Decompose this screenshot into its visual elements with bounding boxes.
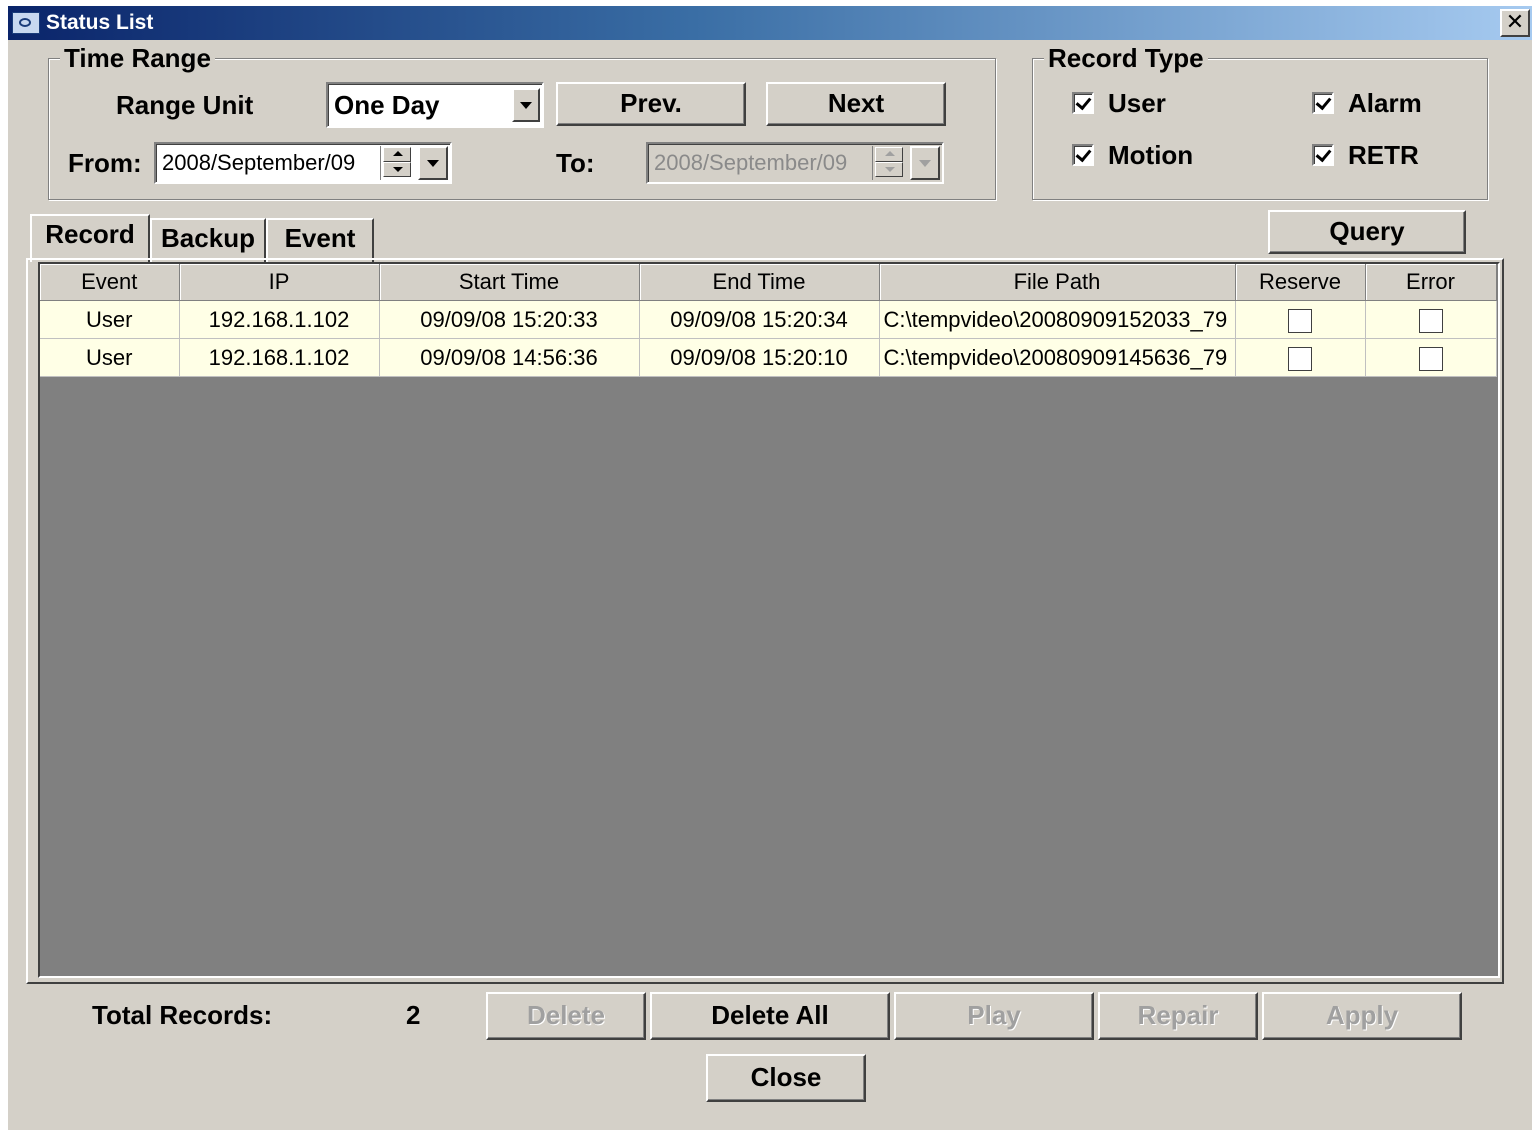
delete-all-button[interactable]: Delete All [650, 992, 890, 1040]
column-header-reserve[interactable]: Reserve [1235, 264, 1366, 301]
column-header-file-path[interactable]: File Path [879, 264, 1236, 301]
cell-end-time: 09/09/08 15:20:34 [639, 300, 880, 339]
prev-button[interactable]: Prev. [556, 82, 746, 126]
repair-button[interactable]: Repair [1098, 992, 1258, 1040]
app-icon [12, 12, 40, 34]
to-date-value: 2008/September/09 [654, 150, 848, 175]
user-checkbox[interactable] [1072, 92, 1094, 114]
delete-button[interactable]: Delete [486, 992, 646, 1040]
cell-error [1365, 338, 1497, 377]
motion-checkbox[interactable] [1072, 144, 1094, 166]
from-label: From: [68, 148, 142, 178]
table-header-row: Event IP Start Time End Time File Path R… [40, 264, 1497, 301]
alarm-label: Alarm [1348, 88, 1422, 118]
chevron-down-icon[interactable] [512, 88, 540, 122]
from-date-picker[interactable]: 2008/September/09 [154, 142, 452, 184]
close-window-button[interactable]: ✕ [1500, 9, 1530, 37]
retr-label: RETR [1348, 140, 1419, 170]
cell-event: User [40, 300, 180, 339]
to-label: To: [556, 148, 595, 178]
record-type-retr[interactable]: RETR [1310, 140, 1470, 172]
title-bar[interactable]: Status List ✕ [8, 6, 1532, 40]
chevron-down-icon[interactable] [910, 146, 940, 180]
next-button[interactable]: Next [766, 82, 946, 126]
range-unit-label: Range Unit [116, 90, 254, 120]
to-date-picker[interactable]: 2008/September/09 [646, 142, 944, 184]
from-date-value: 2008/September/09 [162, 150, 356, 175]
close-button[interactable]: Close [706, 1054, 866, 1102]
time-range-legend: Time Range [60, 44, 215, 72]
record-type-user[interactable]: User [1070, 88, 1250, 120]
tab-event[interactable]: Event [266, 218, 374, 262]
play-button[interactable]: Play [894, 992, 1094, 1040]
cell-event: User [40, 338, 180, 377]
cell-ip: 192.168.1.102 [179, 338, 380, 377]
column-header-error[interactable]: Error [1365, 264, 1497, 301]
table-row[interactable]: User 192.168.1.102 09/09/08 14:56:36 09/… [40, 338, 1497, 377]
motion-label: Motion [1108, 140, 1194, 170]
total-records-value: 2 [406, 1000, 421, 1030]
reserve-checkbox[interactable] [1288, 346, 1312, 371]
tab-record[interactable]: Record [30, 214, 150, 262]
reserve-checkbox[interactable] [1288, 308, 1312, 333]
table-row[interactable]: User 192.168.1.102 09/09/08 15:20:33 09/… [40, 300, 1497, 339]
record-type-alarm[interactable]: Alarm [1310, 88, 1470, 120]
cell-reserve [1235, 300, 1366, 339]
chevron-down-icon[interactable] [418, 146, 448, 180]
record-table: Event IP Start Time End Time File Path R… [40, 264, 1497, 377]
user-label: User [1108, 88, 1166, 118]
cell-ip: 192.168.1.102 [179, 300, 380, 339]
spin-up-icon[interactable] [383, 147, 411, 162]
apply-button[interactable]: Apply [1262, 992, 1462, 1040]
column-header-ip[interactable]: IP [179, 264, 380, 301]
to-date-spinner[interactable] [872, 146, 906, 180]
cell-file-path: C:\tempvideo\20080909152033_79 [879, 300, 1236, 339]
cell-start-time: 09/09/08 15:20:33 [379, 300, 640, 339]
window-title: Status List [46, 11, 154, 34]
cell-end-time: 09/09/08 15:20:10 [639, 338, 880, 377]
alarm-checkbox[interactable] [1312, 92, 1334, 114]
spin-up-icon[interactable] [875, 147, 903, 162]
query-button[interactable]: Query [1268, 210, 1466, 254]
cell-reserve [1235, 338, 1366, 377]
cell-error [1365, 300, 1497, 339]
error-checkbox[interactable] [1418, 346, 1443, 371]
cell-file-path: C:\tempvideo\20080909145636_79 [879, 338, 1236, 377]
column-header-event[interactable]: Event [40, 264, 180, 301]
spin-down-icon[interactable] [383, 162, 411, 177]
from-date-spinner[interactable] [380, 146, 414, 180]
total-records-label: Total Records: [92, 1000, 273, 1030]
tab-backup[interactable]: Backup [150, 218, 266, 262]
cell-start-time: 09/09/08 14:56:36 [379, 338, 640, 377]
column-header-end-time[interactable]: End Time [639, 264, 880, 301]
record-grid[interactable]: Event IP Start Time End Time File Path R… [38, 262, 1500, 978]
record-type-motion[interactable]: Motion [1070, 140, 1250, 172]
spin-down-icon[interactable] [875, 162, 903, 177]
record-type-group [1032, 58, 1488, 200]
column-header-start-time[interactable]: Start Time [379, 264, 640, 301]
range-unit-dropdown[interactable]: One Day [326, 82, 544, 128]
retr-checkbox[interactable] [1312, 144, 1334, 166]
range-unit-value: One Day [334, 90, 440, 120]
record-type-legend: Record Type [1044, 44, 1208, 72]
error-checkbox[interactable] [1418, 308, 1443, 333]
status-list-window: Status List ✕ Time Range Range Unit One … [8, 6, 1532, 1130]
